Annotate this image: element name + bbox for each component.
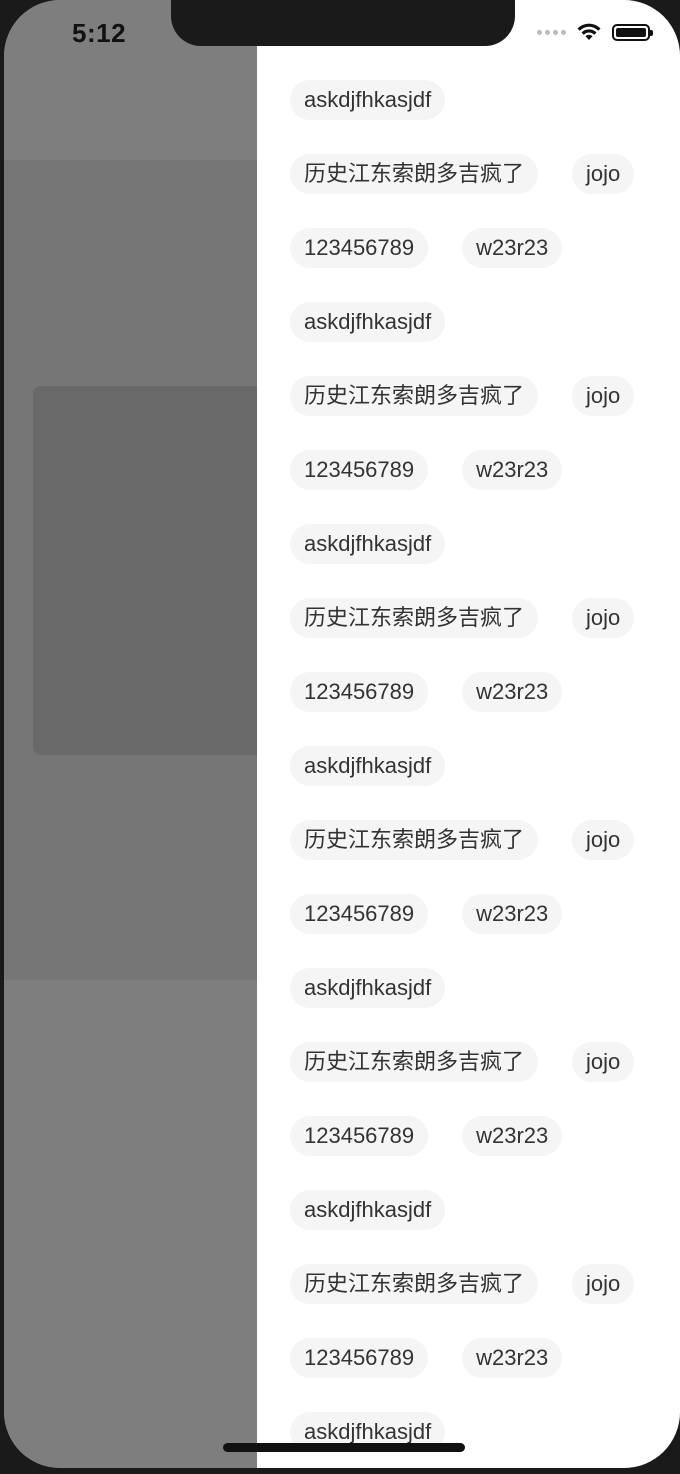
tag-row: askdjfhkasjdf <box>290 524 670 598</box>
tag-chip[interactable]: askdjfhkasjdf <box>290 80 446 120</box>
tag-chip[interactable]: w23r23 <box>462 450 563 490</box>
tag-chip[interactable]: 123456789 <box>290 228 429 268</box>
tag-chip[interactable]: w23r23 <box>462 228 563 268</box>
tag-chip[interactable]: 123456789 <box>290 894 429 934</box>
status-icons <box>537 22 653 42</box>
tag-row: askdjfhkasjdf <box>290 968 670 1042</box>
tag-chip[interactable]: jojo <box>572 598 635 638</box>
tag-chip[interactable]: jojo <box>572 1042 635 1082</box>
tag-chip[interactable]: jojo <box>572 820 635 860</box>
wifi-icon <box>577 23 601 40</box>
tag-row: 123456789 w23r23 <box>290 1116 670 1190</box>
tag-chip[interactable]: askdjfhkasjdf <box>290 746 446 786</box>
tag-chip[interactable]: w23r23 <box>462 1338 563 1378</box>
tag-row: 123456789 w23r23 <box>290 672 670 746</box>
device-screen: 5:12 askdjfhkasjdf 历史江东索朗多吉疯了 jojo 12345678… <box>4 0 680 1468</box>
tag-chip[interactable]: 123456789 <box>290 1338 429 1378</box>
tag-chip[interactable]: w23r23 <box>462 672 563 712</box>
tag-row: 历史江东索朗多吉疯了 jojo <box>290 598 670 672</box>
tag-chip[interactable]: 123456789 <box>290 450 429 490</box>
device-notch <box>171 0 515 46</box>
tag-chip[interactable]: w23r23 <box>462 1116 563 1156</box>
tag-chip[interactable]: w23r23 <box>462 894 563 934</box>
tag-chip[interactable]: askdjfhkasjdf <box>290 968 446 1008</box>
tag-row: askdjfhkasjdf <box>290 746 670 820</box>
status-time: 5:12 <box>72 18 127 48</box>
tag-chip[interactable]: 123456789 <box>290 672 429 712</box>
tag-chip[interactable]: jojo <box>572 1264 635 1304</box>
home-indicator[interactable] <box>223 1443 465 1452</box>
tag-row: 历史江东索朗多吉疯了 jojo <box>290 154 670 228</box>
tag-chip[interactable]: jojo <box>572 376 635 416</box>
tag-row: 123456789 w23r23 <box>290 228 670 302</box>
tag-row: askdjfhkasjdf <box>290 1412 670 1468</box>
tag-chip[interactable]: 历史江东索朗多吉疯了 <box>290 154 539 194</box>
tag-chip[interactable]: 历史江东索朗多吉疯了 <box>290 1264 539 1304</box>
side-drawer: askdjfhkasjdf 历史江东索朗多吉疯了 jojo 123456789 w23r… <box>257 0 680 1468</box>
tag-chip[interactable]: 历史江东索朗多吉疯了 <box>290 376 539 416</box>
tag-row: askdjfhkasjdf <box>290 302 670 376</box>
tag-row: askdjfhkasjdf <box>290 80 670 154</box>
tag-chip[interactable]: askdjfhkasjdf <box>290 302 446 342</box>
tag-chip[interactable]: askdjfhkasjdf <box>290 524 446 564</box>
tag-chip[interactable]: 历史江东索朗多吉疯了 <box>290 820 539 860</box>
tag-list: askdjfhkasjdf 历史江东索朗多吉疯了 jojo 123456789 w23r… <box>290 80 670 1468</box>
tag-row: 123456789 w23r23 <box>290 894 670 968</box>
tag-chip[interactable]: jojo <box>572 154 635 194</box>
tag-chip[interactable]: 历史江东索朗多吉疯了 <box>290 1042 539 1082</box>
tag-row: 历史江东索朗多吉疯了 jojo <box>290 376 670 450</box>
tag-chip[interactable]: askdjfhkasjdf <box>290 1190 446 1230</box>
tag-row: 历史江东索朗多吉疯了 jojo <box>290 820 670 894</box>
tag-chip[interactable]: 历史江东索朗多吉疯了 <box>290 598 539 638</box>
tag-row: 历史江东索朗多吉疯了 jojo <box>290 1042 670 1116</box>
tag-row: askdjfhkasjdf <box>290 1190 670 1264</box>
tag-row: 123456789 w23r23 <box>290 1338 670 1412</box>
tag-row: 历史江东索朗多吉疯了 jojo <box>290 1264 670 1338</box>
tag-row: 123456789 w23r23 <box>290 450 670 524</box>
cellular-signal-icon <box>537 29 566 35</box>
battery-icon <box>612 23 653 41</box>
tag-chip[interactable]: 123456789 <box>290 1116 429 1156</box>
